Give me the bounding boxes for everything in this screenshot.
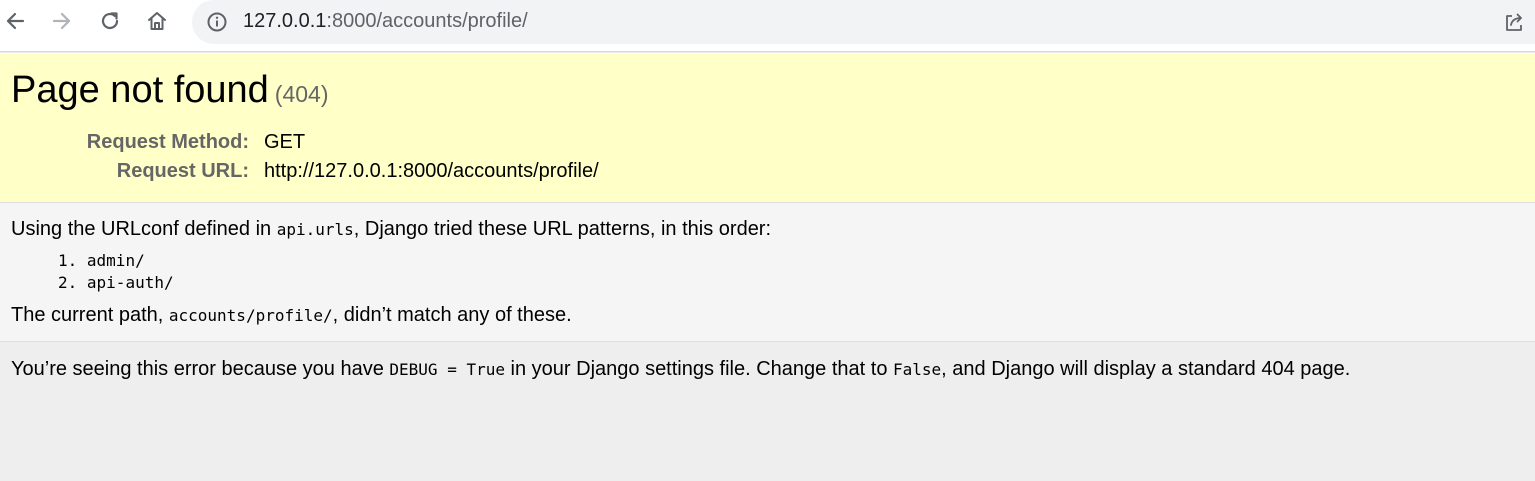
- path-prefix: The current path,: [11, 304, 169, 326]
- pattern-text: api-auth/: [86, 273, 174, 292]
- intro-suffix: , Django tried these URL patterns, in th…: [353, 218, 772, 240]
- list-item: 2. api-auth/: [58, 273, 174, 295]
- pattern-number: 2.: [58, 273, 78, 292]
- explanation-part1: You’re seeing this error because you hav…: [11, 358, 390, 380]
- pattern-text: admin/: [86, 251, 145, 270]
- urlconf-name: api.urls: [276, 220, 354, 239]
- status-code: (404): [274, 81, 329, 107]
- meta-value: http://127.0.0.1:8000/accounts/profile/: [264, 160, 599, 182]
- current-path: accounts/profile/: [168, 306, 333, 325]
- intro-prefix: Using the URLconf defined in: [11, 218, 277, 240]
- url-path: :8000/accounts/profile/: [326, 10, 528, 32]
- explanation-part2: in your Django settings file. Change tha…: [504, 358, 893, 380]
- home-button[interactable]: [142, 6, 172, 36]
- explanation-text: You’re seeing this error because you hav…: [11, 358, 1350, 381]
- meta-key: Request URL:: [116, 160, 249, 182]
- arrow-left-icon: [6, 12, 25, 30]
- info-circle-icon[interactable]: [206, 11, 228, 33]
- forward-button[interactable]: [47, 6, 77, 36]
- reload-button[interactable]: [95, 6, 125, 36]
- back-button[interactable]: [0, 6, 30, 36]
- page-title: Page not found (404): [11, 69, 328, 112]
- browser-toolbar: 127.0.0.1:8000/accounts/profile/: [0, 0, 1535, 52]
- meta-key: Request Method:: [86, 131, 249, 153]
- url-host: 127.0.0.1: [243, 10, 327, 32]
- pattern-number: 1.: [58, 251, 78, 270]
- request-meta-table: Request Method: GET Request URL: http://…: [0, 131, 700, 189]
- urlconf-info: Using the URLconf defined in api.urls, D…: [0, 203, 1535, 342]
- path-suffix: , didn’t match any of these.: [332, 304, 572, 326]
- meta-row-method: Request Method: GET: [0, 131, 700, 160]
- title-text: Page not found: [11, 69, 269, 111]
- current-path-note: The current path, accounts/profile/, did…: [11, 304, 572, 327]
- explanation-part3: , and Django will display a standard 404…: [941, 358, 1351, 380]
- error-summary: Page not found (404) Request Method: GET …: [0, 53, 1535, 203]
- false-code: False: [893, 360, 942, 379]
- meta-value: GET: [264, 131, 306, 153]
- debug-explanation: You’re seeing this error because you hav…: [0, 343, 1535, 481]
- meta-row-url: Request URL: http://127.0.0.1:8000/accou…: [0, 160, 700, 189]
- urlconf-intro: Using the URLconf defined in api.urls, D…: [11, 218, 771, 241]
- share-icon[interactable]: [1503, 11, 1525, 33]
- list-item: 1. admin/: [58, 251, 174, 273]
- address-bar[interactable]: 127.0.0.1:8000/accounts/profile/: [192, 0, 1535, 44]
- arrow-right-icon: [52, 12, 71, 30]
- reload-icon: [101, 12, 119, 30]
- debug-setting-code: DEBUG = True: [389, 360, 505, 379]
- url-patterns-list: 1. admin/ 2. api-auth/: [58, 251, 174, 295]
- url-text[interactable]: 127.0.0.1:8000/accounts/profile/: [243, 10, 528, 33]
- home-icon: [148, 12, 166, 30]
